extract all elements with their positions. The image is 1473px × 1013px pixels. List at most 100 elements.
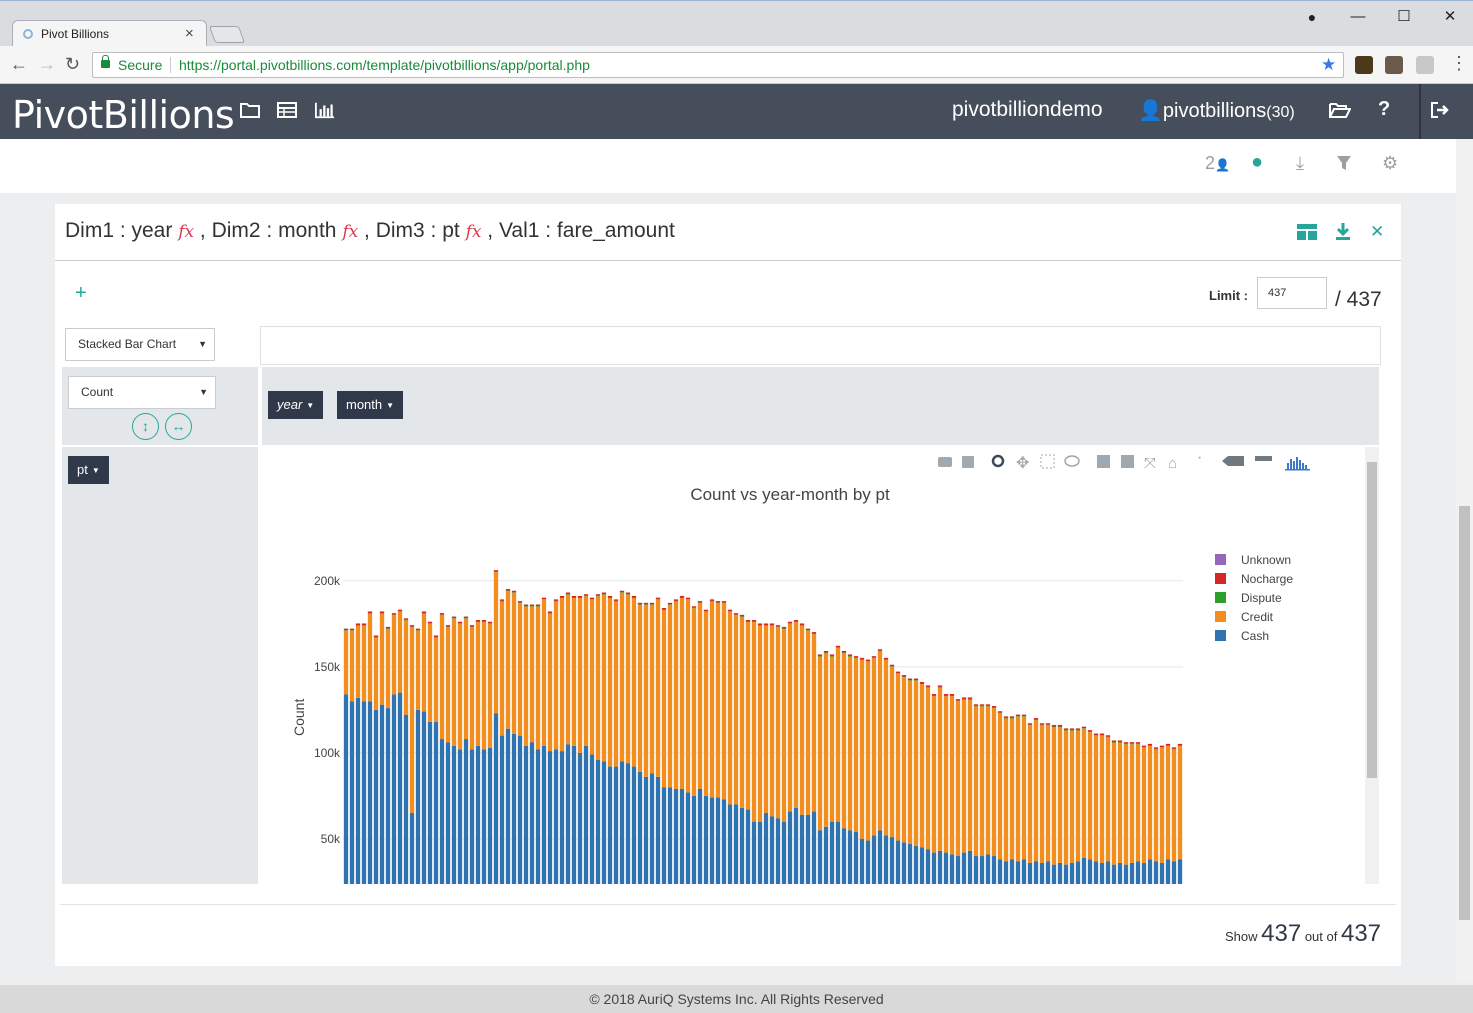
bar-segment-nocharge[interactable] [859,657,865,660]
bar-segment-credit[interactable] [463,618,469,740]
bar-segment-cash[interactable] [979,856,985,887]
status-dot-icon[interactable]: ● [1251,151,1263,174]
bar-segment-cash[interactable] [895,840,901,887]
extension-2-icon[interactable] [1385,56,1403,74]
bar-segment-credit[interactable] [661,610,667,788]
bar-segment-dispute[interactable] [937,686,943,688]
col-dim-year[interactable]: year ▼ [268,391,324,419]
bar-segment-credit[interactable] [631,598,637,767]
bar-segment-cash[interactable] [817,830,823,887]
bar-segment-credit[interactable] [931,696,937,853]
bar-segment-dispute[interactable] [439,614,445,616]
bar-segment-nocharge[interactable] [469,625,475,627]
bar-segment-credit[interactable] [1075,730,1081,862]
bar-segment-nocharge[interactable] [805,628,811,631]
bar-segment-cash[interactable] [499,735,505,887]
bar-segment-cash[interactable] [691,795,697,887]
bar-segment-credit[interactable] [967,699,973,851]
bar-segment-credit[interactable] [1009,718,1015,860]
bar-segment-dispute[interactable] [469,626,475,628]
bar-segment-cash[interactable] [1015,861,1021,887]
bar-segment-credit[interactable] [715,603,721,798]
bar-segment-nocharge[interactable] [1177,743,1183,746]
bar-segment-credit[interactable] [1153,749,1159,862]
bar-segment-nocharge[interactable] [1117,740,1123,742]
bar-segment-nocharge[interactable] [979,704,985,706]
bar-segment-cash[interactable] [487,747,493,887]
bar-segment-credit[interactable] [415,630,421,710]
bar-segment-nocharge[interactable] [793,620,799,622]
bar-segment-dispute[interactable] [817,655,823,657]
bar-segment-cash[interactable] [649,773,655,887]
bar-segment-nocharge[interactable] [619,590,625,593]
bar-segment-cash[interactable] [787,811,793,887]
reload-icon[interactable]: ↻ [65,54,80,75]
bar-segment-dispute[interactable] [745,621,751,623]
bar-segment-nocharge[interactable] [727,609,733,612]
bar-segment-dispute[interactable] [343,630,349,631]
bar-segment-dispute[interactable] [1021,716,1027,717]
bar-segment-credit[interactable] [697,603,703,789]
camera-icon[interactable] [938,457,952,467]
bar-segment-cash[interactable] [877,830,883,887]
bar-segment-cash[interactable] [619,761,625,887]
filter-drop-area[interactable] [260,326,1381,365]
bar-segment-dispute[interactable] [697,602,703,604]
bar-segment-dispute[interactable] [883,659,889,660]
bar-segment-nocharge[interactable] [763,623,769,626]
bar-segment-credit[interactable] [373,637,379,710]
bar-segment-nocharge[interactable] [877,649,883,651]
url-field[interactable]: Secure https://portal.pivotbillions.com/… [92,52,1344,78]
bar-segment-credit[interactable] [439,615,445,740]
bar-segment-dispute[interactable] [859,659,865,660]
bar-segment-dispute[interactable] [931,695,937,697]
bar-segment-cash[interactable] [583,745,589,887]
bar-segment-cash[interactable] [775,818,781,887]
bar-segment-nocharge[interactable] [1129,742,1135,744]
bar-segment-dispute[interactable] [595,595,601,597]
bar-segment-nocharge[interactable] [409,625,415,627]
bar-segment-nocharge[interactable] [1039,723,1045,725]
bar-segment-cash[interactable] [1159,862,1165,887]
bar-segment-credit[interactable] [787,623,793,812]
bar-segment-nocharge[interactable] [499,599,505,601]
bar-segment-credit[interactable] [895,673,901,841]
download-icon[interactable]: ⤓ [1296,153,1304,174]
bar-segment-credit[interactable] [637,604,643,772]
bar-segment-cash[interactable] [847,830,853,887]
bar-segment-nocharge[interactable] [1051,724,1057,727]
bar-segment-nocharge[interactable] [1165,743,1171,746]
bar-segment-dispute[interactable] [1051,726,1057,728]
bar-segment-credit[interactable] [679,598,685,789]
bar-segment-credit[interactable] [655,599,661,777]
bar-segment-credit[interactable] [361,625,367,702]
bar-segment-dispute[interactable] [1129,743,1135,745]
bar-segment-credit[interactable] [757,625,763,822]
bar-segment-nocharge[interactable] [475,620,481,622]
bar-segment-credit[interactable] [853,658,859,832]
box-select-icon[interactable] [1040,454,1055,469]
bar-segment-nocharge[interactable] [1093,733,1099,736]
bar-segment-dispute[interactable] [409,626,415,628]
bar-segment-nocharge[interactable] [439,613,445,615]
zoom-out-icon[interactable] [1121,455,1134,468]
bar-segment-dispute[interactable] [487,623,493,624]
bar-segment-credit[interactable] [457,623,463,750]
bar-segment-cash[interactable] [643,776,649,887]
bar-segment-credit[interactable] [421,613,427,712]
bar-segment-nocharge[interactable] [745,620,751,622]
bar-segment-credit[interactable] [823,653,829,827]
bar-segment-credit[interactable] [553,601,559,750]
stacked-bar-chart[interactable]: ✥ ⤧ ⌂ ⠁ Count vs year-month by pt 50k 100… [262,447,1362,887]
legend-swatch[interactable] [1215,592,1226,603]
bar-segment-nocharge[interactable] [931,693,937,696]
bar-segment-credit[interactable] [877,651,883,831]
bar-segment-cash[interactable] [547,751,553,887]
bar-segment-credit[interactable] [1141,747,1147,863]
bar-segment-nocharge[interactable] [1147,743,1153,746]
legend-swatch[interactable] [1215,554,1226,565]
bar-segment-nocharge[interactable] [631,595,637,598]
bar-segment-dispute[interactable] [451,618,457,619]
bar-segment-credit[interactable] [1165,745,1171,860]
bar-segment-cash[interactable] [967,850,973,887]
